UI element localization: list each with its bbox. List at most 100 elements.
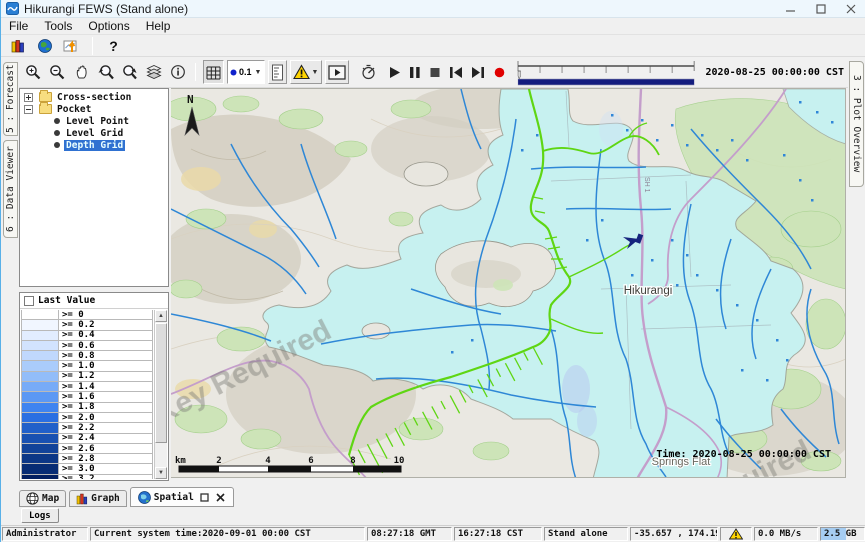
tab-data-viewer[interactable]: 6 : Data Viewer [3,140,18,238]
menu-help[interactable]: Help [138,19,179,33]
zoom-previous-icon[interactable] [95,62,116,83]
maximize-panel-icon[interactable] [200,492,210,502]
tab-plot-overview[interactable]: 3 : Plot Overview [849,61,864,187]
status-warning-indicator[interactable] [720,527,752,541]
view-tabbar: Map Graph Spatial [19,487,234,507]
map-toolbar: 0.1 ▼ ▼ [19,57,848,88]
play-button[interactable] [390,67,400,78]
legend-swatch [21,361,59,371]
stop-button[interactable] [430,67,440,78]
animation-control-icon[interactable] [358,62,379,83]
legend-row[interactable]: >= 1.2 [21,372,153,382]
legend-row[interactable]: >= 2.8 [21,454,153,464]
close-panel-icon[interactable] [216,492,226,502]
legend-scrollbar[interactable]: ▲ ▼ [154,310,167,479]
point-icon [230,69,237,76]
legend-row[interactable]: >= 0.2 [21,320,153,330]
help-button[interactable]: ? [103,35,124,56]
warning-layer-dropdown[interactable]: ▼ [290,60,322,84]
legend-row-label: >= 1.0 [59,361,153,371]
step-back-button[interactable] [450,67,462,78]
tree-item-level-point[interactable]: Level Point [20,115,168,127]
tree-item-pocket[interactable]: Pocket [20,103,168,115]
legend-row-label: >= 1.6 [59,392,153,402]
grid-display-button[interactable] [203,60,224,84]
longitudinal-profile-button[interactable] [268,60,287,84]
menu-options[interactable]: Options [80,19,137,33]
legend-row-label: >= 1.2 [59,372,153,382]
step-forward-button[interactable] [472,67,484,78]
menu-tools[interactable]: Tools [36,19,80,33]
interval-dropdown[interactable]: 0.1 ▼ [227,60,265,84]
legend-swatch [21,320,59,330]
bullet-icon [54,130,60,136]
legend-swatch [21,423,59,433]
database-icon[interactable] [7,35,28,56]
legend-row-label: >= 1.8 [59,403,153,413]
maximize-button[interactable] [806,0,836,18]
legend-swatch [21,454,59,464]
info-icon[interactable] [167,62,188,83]
zoom-out-icon[interactable] [47,62,68,83]
globe-icon[interactable] [34,35,55,56]
legend-row[interactable]: >= 3.0 [21,464,153,474]
scroll-thumb[interactable] [155,323,167,443]
timeline-graphic [516,58,696,86]
legend-row[interactable]: >= 1.6 [21,392,153,402]
close-button[interactable] [836,0,865,18]
spatial-display-icon[interactable] [61,35,82,56]
tab-map[interactable]: Map [19,490,66,507]
legend-row[interactable]: >= 0 [21,310,153,320]
zoom-in-icon[interactable] [23,62,44,83]
scroll-down-icon[interactable]: ▼ [155,467,167,479]
tree-item-level-grid[interactable]: Level Grid [20,127,168,139]
last-value-checkbox[interactable] [24,296,34,306]
scroll-up-icon[interactable]: ▲ [155,310,167,322]
expand-icon[interactable] [24,93,33,102]
tab-spatial[interactable]: Spatial [130,487,234,507]
legend-row[interactable]: >= 0.6 [21,341,153,351]
map-time-overlay: Time: 2020-08-25 00:00:00 CST [656,448,831,460]
timeline-slider[interactable] [516,58,696,86]
window-title: Hikurangi FEWS (Stand alone) [24,2,188,16]
layers-icon[interactable] [143,62,164,83]
legend-swatch [21,382,59,392]
legend-swatch [21,331,59,341]
bar-chart-icon [76,493,88,505]
timeline-datetime: 2020-08-25 00:00:00 CST [700,67,848,78]
svg-text:N: N [187,93,194,106]
legend-row[interactable]: >= 0.4 [21,331,153,341]
legend-row[interactable]: >= 1.4 [21,382,153,392]
legend-row[interactable]: >= 1.0 [21,361,153,371]
legend-row[interactable]: >= 1.8 [21,403,153,413]
legend-row[interactable]: >= 2.6 [21,444,153,454]
legend-row[interactable]: >= 2.2 [21,423,153,433]
map-canvas[interactable]: API Key Required API Key Required Hikura… [171,88,846,478]
legend-row[interactable]: >= 3.2 [21,475,153,479]
folder-icon [39,104,52,114]
zoom-next-icon[interactable] [119,62,140,83]
timeline-handle[interactable] [518,71,521,79]
legend-row[interactable]: >= 2.4 [21,434,153,444]
collapse-icon[interactable] [24,105,33,114]
pause-button[interactable] [410,67,420,78]
legend-rows: >= 0>= 0.2>= 0.4>= 0.6>= 0.8>= 1.0>= 1.2… [21,310,153,479]
record-button[interactable] [494,67,505,78]
status-local-time: 16:27:18 CST [454,527,542,541]
minimize-button[interactable] [776,0,806,18]
toolbar-separator [92,37,93,55]
tree-item-depth-grid[interactable]: Depth Grid [20,139,168,151]
legend-row[interactable]: >= 2.0 [21,413,153,423]
legend-row[interactable]: >= 0.8 [21,351,153,361]
svg-text:6: 6 [308,456,313,466]
menu-file[interactable]: File [1,19,36,33]
base-map: API Key Required API Key Required Hikura… [171,89,846,478]
status-gmt-time: 08:27:18 GMT [367,527,452,541]
logs-button[interactable]: Logs [21,508,59,523]
tab-graph[interactable]: Graph [69,490,127,507]
legend-row-label: >= 2.6 [59,444,153,454]
legend-row-label: >= 0.4 [59,331,153,341]
animation-export-button[interactable] [325,60,349,84]
tab-forecast[interactable]: 5 : Forecast [3,62,18,136]
pan-hand-icon[interactable] [71,62,92,83]
